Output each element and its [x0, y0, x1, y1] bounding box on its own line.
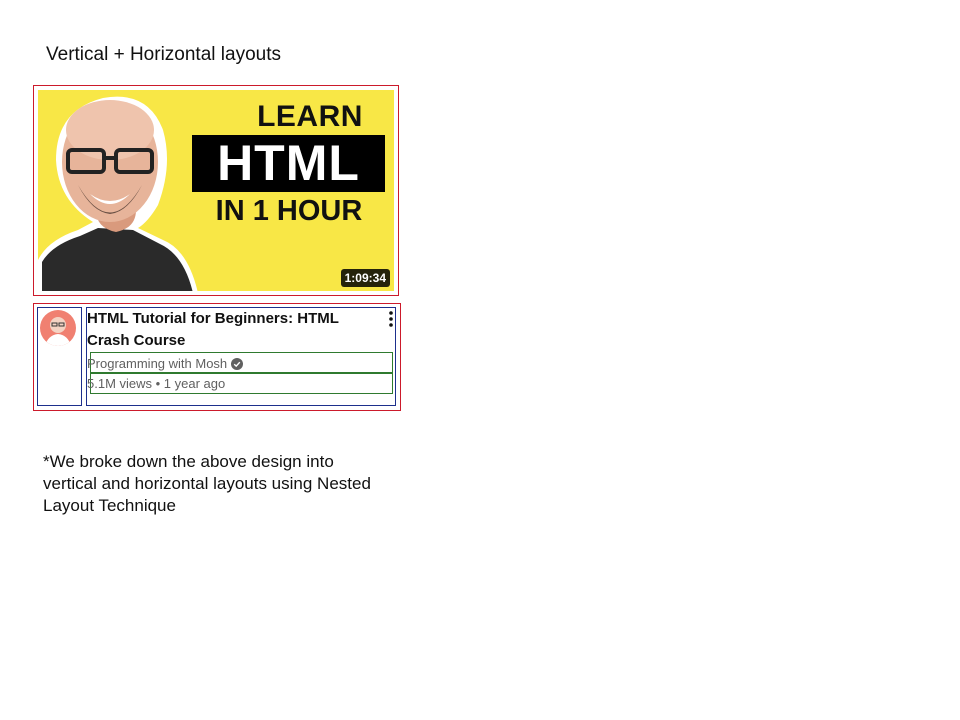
views-and-age: 5.1M views • 1 year ago	[87, 376, 226, 391]
channel-row: Programming with Mosh	[87, 352, 393, 374]
video-title[interactable]: HTML Tutorial for Beginners: HTML Crash …	[87, 308, 395, 351]
explanation-note: *We broke down the above design into ver…	[43, 452, 371, 515]
channel-name[interactable]: Programming with Mosh	[87, 353, 227, 374]
thumbnail-line-hour: IN 1 HOUR	[215, 195, 363, 227]
channel-avatar[interactable]	[40, 310, 76, 346]
thumbnail-container: LEARN HTML IN 1 HOUR 1:09:34	[33, 85, 399, 296]
video-thumbnail[interactable]: LEARN HTML IN 1 HOUR 1:09:34	[38, 90, 394, 291]
duration-badge: 1:09:34	[340, 269, 390, 287]
thumbnail-line-html: HTML	[192, 135, 385, 192]
check-circle-icon	[231, 357, 244, 370]
video-info-row: HTML Tutorial for Beginners: HTML Crash …	[33, 303, 401, 411]
meta-row: 5.1M views • 1 year ago	[87, 373, 393, 394]
more-vertical-icon[interactable]	[389, 311, 393, 327]
page-heading: Vertical + Horizontal layouts	[46, 44, 281, 65]
avatar-column	[37, 307, 82, 406]
presenter-photo	[38, 96, 198, 291]
thumbnail-line-learn: LEARN	[257, 100, 363, 133]
avatar-face-icon	[45, 317, 71, 346]
details-column: HTML Tutorial for Beginners: HTML Crash …	[86, 307, 396, 406]
